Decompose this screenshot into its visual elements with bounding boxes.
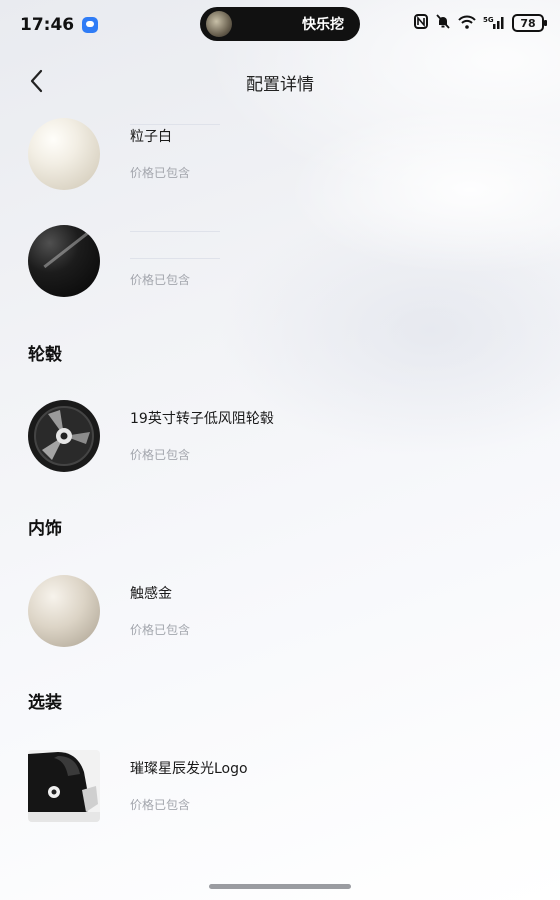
item-name: 璀璨星辰发光Logo	[130, 761, 248, 777]
nfc-icon	[414, 14, 428, 32]
paint-white-swatch	[28, 118, 100, 190]
item-name: 19英寸转子低风阻轮毂	[130, 411, 274, 427]
interior-swatch	[28, 575, 100, 647]
list-item-options[interactable]: 璀璨星辰发光Logo 价格已包含	[28, 750, 528, 826]
item-price: 价格已包含	[130, 798, 191, 812]
section-title-wheels: 轮毂	[28, 345, 62, 365]
list-item-wheels[interactable]: 19英寸转子低风阻轮毂 价格已包含	[28, 400, 528, 476]
list-item-paint-black[interactable]: 价格已包含	[28, 225, 528, 301]
page-title: 配置详情	[246, 75, 314, 95]
list-item-interior[interactable]: 触感金 价格已包含	[28, 575, 528, 651]
divider	[130, 258, 220, 259]
item-name: 触感金	[130, 586, 172, 602]
wheel-thumbnail	[28, 400, 100, 472]
island-thumbnail-icon	[206, 11, 232, 37]
island-label: 快乐挖	[302, 17, 344, 33]
mute-bell-icon	[435, 14, 451, 32]
wifi-icon	[458, 15, 476, 32]
divider	[130, 124, 220, 125]
item-price: 价格已包含	[130, 273, 191, 287]
signal-icon: 5G	[483, 15, 505, 32]
item-name: 粒子白	[130, 129, 172, 145]
logo-option-thumbnail	[28, 750, 100, 822]
status-time: 17:46	[20, 15, 75, 35]
dynamic-island[interactable]: 快乐挖	[200, 7, 360, 41]
divider	[130, 231, 220, 232]
section-title-options: 选装	[28, 693, 62, 713]
item-price: 价格已包含	[130, 448, 191, 462]
item-price: 价格已包含	[130, 166, 191, 180]
home-indicator[interactable]	[209, 884, 351, 889]
nav-bar: 配置详情	[0, 56, 560, 106]
paint-black-swatch	[28, 225, 100, 297]
wheel-image	[29, 401, 99, 471]
battery-icon: 78	[512, 14, 547, 32]
message-app-icon	[82, 17, 99, 33]
status-icons: 5G 78	[414, 14, 547, 32]
section-title-interior: 内饰	[28, 519, 62, 539]
item-price: 价格已包含	[130, 623, 191, 637]
car-rear-image	[28, 750, 100, 822]
signal-5g-label: 5G	[483, 16, 494, 24]
list-item-paint-white[interactable]: 粒子白 价格已包含	[28, 118, 528, 194]
